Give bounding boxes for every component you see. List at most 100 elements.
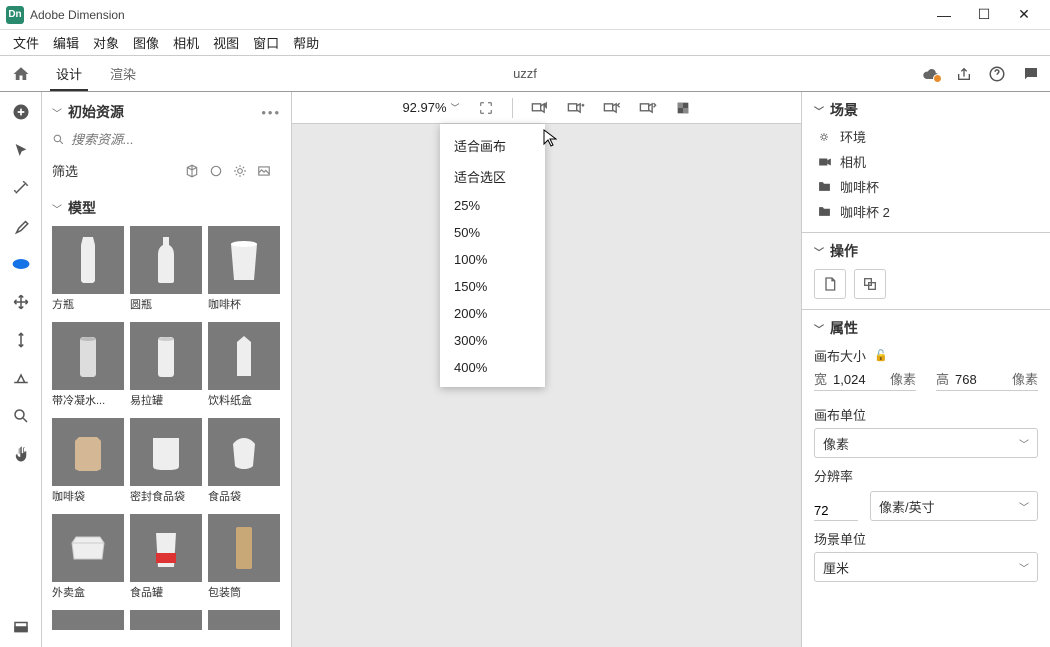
filter-lights-icon[interactable] [233, 164, 257, 178]
camera-next-icon[interactable] [639, 101, 657, 115]
properties-section: ﹀属性 画布大小🔓 宽1,024像素 高768像素 画布单位 像素﹀ 分辨率 像… [802, 310, 1050, 647]
model-thumb[interactable]: 密封食品袋 [130, 418, 202, 508]
canvas-area[interactable]: 92.97% ﹀ 适合画布适合选区25%50%100%150%200%300%4… [292, 92, 802, 647]
minimize-button[interactable]: — [924, 1, 964, 29]
wand-tool[interactable] [11, 178, 31, 198]
width-value[interactable]: 1,024 [833, 372, 884, 387]
camera-bookmark-icon[interactable] [531, 101, 549, 115]
model-thumb[interactable]: 圆瓶 [130, 226, 202, 316]
menu-edit[interactable]: 编辑 [46, 33, 86, 52]
model-thumb[interactable]: 咖啡袋 [52, 418, 124, 508]
model-thumb[interactable] [208, 610, 280, 630]
thumb-label: 食品罐 [130, 582, 202, 604]
menu-object[interactable]: 对象 [86, 33, 126, 52]
eyedropper-tool[interactable] [11, 216, 31, 236]
action-match-icon[interactable] [854, 269, 886, 299]
zoom-option[interactable]: 200% [440, 300, 545, 327]
orbit-tool[interactable] [11, 254, 31, 274]
models-section-label[interactable]: 模型 [68, 198, 96, 218]
scene-item[interactable]: 相机 [814, 149, 1038, 174]
filter-models-icon[interactable] [185, 164, 209, 178]
panel-menu-icon[interactable]: ••• [261, 105, 281, 120]
chat-icon[interactable] [1022, 65, 1040, 83]
document-title: uzzf [513, 66, 537, 81]
resolution-unit-select[interactable]: 像素/英寸﹀ [870, 491, 1038, 521]
height-value[interactable]: 768 [955, 372, 1006, 387]
filter-images-icon[interactable] [257, 164, 281, 178]
folder-icon [818, 181, 832, 192]
zoom-menu: 适合画布适合选区25%50%100%150%200%300%400% [440, 124, 545, 387]
menu-file[interactable]: 文件 [6, 33, 46, 52]
model-thumb[interactable]: 外卖盒 [52, 514, 124, 604]
scene-item[interactable]: 环境 [814, 124, 1038, 149]
model-thumb[interactable]: 易拉罐 [130, 322, 202, 412]
horizon-tool[interactable] [11, 368, 31, 388]
assets-title[interactable]: 初始资源 [68, 102, 261, 122]
scene-item[interactable]: 咖啡杯 2 [814, 199, 1038, 224]
share-icon[interactable] [956, 66, 972, 82]
thumb-label: 食品袋 [208, 486, 280, 508]
model-thumb[interactable]: 带冷凝水... [52, 322, 124, 412]
zoom-option[interactable]: 150% [440, 273, 545, 300]
model-thumb[interactable] [52, 610, 124, 630]
menu-help[interactable]: 帮助 [286, 33, 326, 52]
tab-design[interactable]: 设计 [42, 56, 96, 91]
action-page-icon[interactable] [814, 269, 846, 299]
select-tool[interactable] [11, 140, 31, 160]
move-tool[interactable] [11, 292, 31, 312]
close-button[interactable]: ✕ [1004, 1, 1044, 29]
model-thumb[interactable] [130, 610, 202, 630]
scene-unit-label: 场景单位 [814, 529, 1038, 548]
model-thumb[interactable]: 方瓶 [52, 226, 124, 316]
model-thumb[interactable]: 食品罐 [130, 514, 202, 604]
camera-prev-icon[interactable] [603, 101, 621, 115]
model-thumb[interactable]: 饮料纸盒 [208, 322, 280, 412]
hand-tool[interactable] [11, 444, 31, 464]
zoom-dropdown[interactable]: 92.97% ﹀ [402, 100, 459, 115]
add-tool[interactable] [11, 102, 31, 122]
render-preview-icon[interactable] [675, 100, 691, 116]
tab-render[interactable]: 渲染 [96, 56, 150, 91]
zoom-value: 92.97% [402, 100, 446, 115]
actions-section: ﹀操作 [802, 233, 1050, 310]
folder-icon [818, 206, 832, 217]
panel-toggle[interactable] [11, 617, 31, 637]
cloud-sync-icon[interactable] [920, 67, 940, 81]
zoom-option[interactable]: 100% [440, 246, 545, 273]
maximize-button[interactable]: ☐ [964, 1, 1004, 29]
dolly-tool[interactable] [11, 330, 31, 350]
canvas-toolbar: 92.97% ﹀ [292, 92, 801, 124]
frame-all-icon[interactable] [478, 100, 494, 116]
zoom-option[interactable]: 25% [440, 192, 545, 219]
thumb-label: 密封食品袋 [130, 486, 202, 508]
model-thumb[interactable]: 食品袋 [208, 418, 280, 508]
menu-view[interactable]: 视图 [206, 33, 246, 52]
lock-icon[interactable]: 🔓 [874, 349, 888, 362]
menu-camera[interactable]: 相机 [166, 33, 206, 52]
model-thumb[interactable]: 包装筒 [208, 514, 280, 604]
resolution-input[interactable] [814, 501, 858, 521]
help-icon[interactable] [988, 65, 1006, 83]
camera-add-icon[interactable] [567, 101, 585, 115]
thumb-label: 咖啡杯 [208, 294, 280, 316]
zoom-option[interactable]: 50% [440, 219, 545, 246]
scene-section: ﹀场景 环境相机咖啡杯咖啡杯 2 [802, 92, 1050, 233]
home-icon[interactable] [0, 65, 42, 83]
model-thumb[interactable]: 咖啡杯 [208, 226, 280, 316]
app-icon: Dn [6, 6, 24, 24]
menu-window[interactable]: 窗口 [246, 33, 286, 52]
env-icon [818, 131, 832, 143]
search-input[interactable] [71, 132, 281, 147]
px-unit: 像素 [890, 369, 916, 388]
zoom-option[interactable]: 400% [440, 354, 545, 381]
scene-item[interactable]: 咖啡杯 [814, 174, 1038, 199]
menu-image[interactable]: 图像 [126, 33, 166, 52]
zoom-option[interactable]: 适合画布 [440, 130, 545, 161]
zoom-option[interactable]: 适合选区 [440, 161, 545, 192]
cam-icon [818, 157, 832, 167]
canvas-unit-select[interactable]: 像素﹀ [814, 428, 1038, 458]
zoom-option[interactable]: 300% [440, 327, 545, 354]
zoom-tool[interactable] [11, 406, 31, 426]
filter-materials-icon[interactable] [209, 164, 233, 178]
scene-unit-select[interactable]: 厘米﹀ [814, 552, 1038, 582]
